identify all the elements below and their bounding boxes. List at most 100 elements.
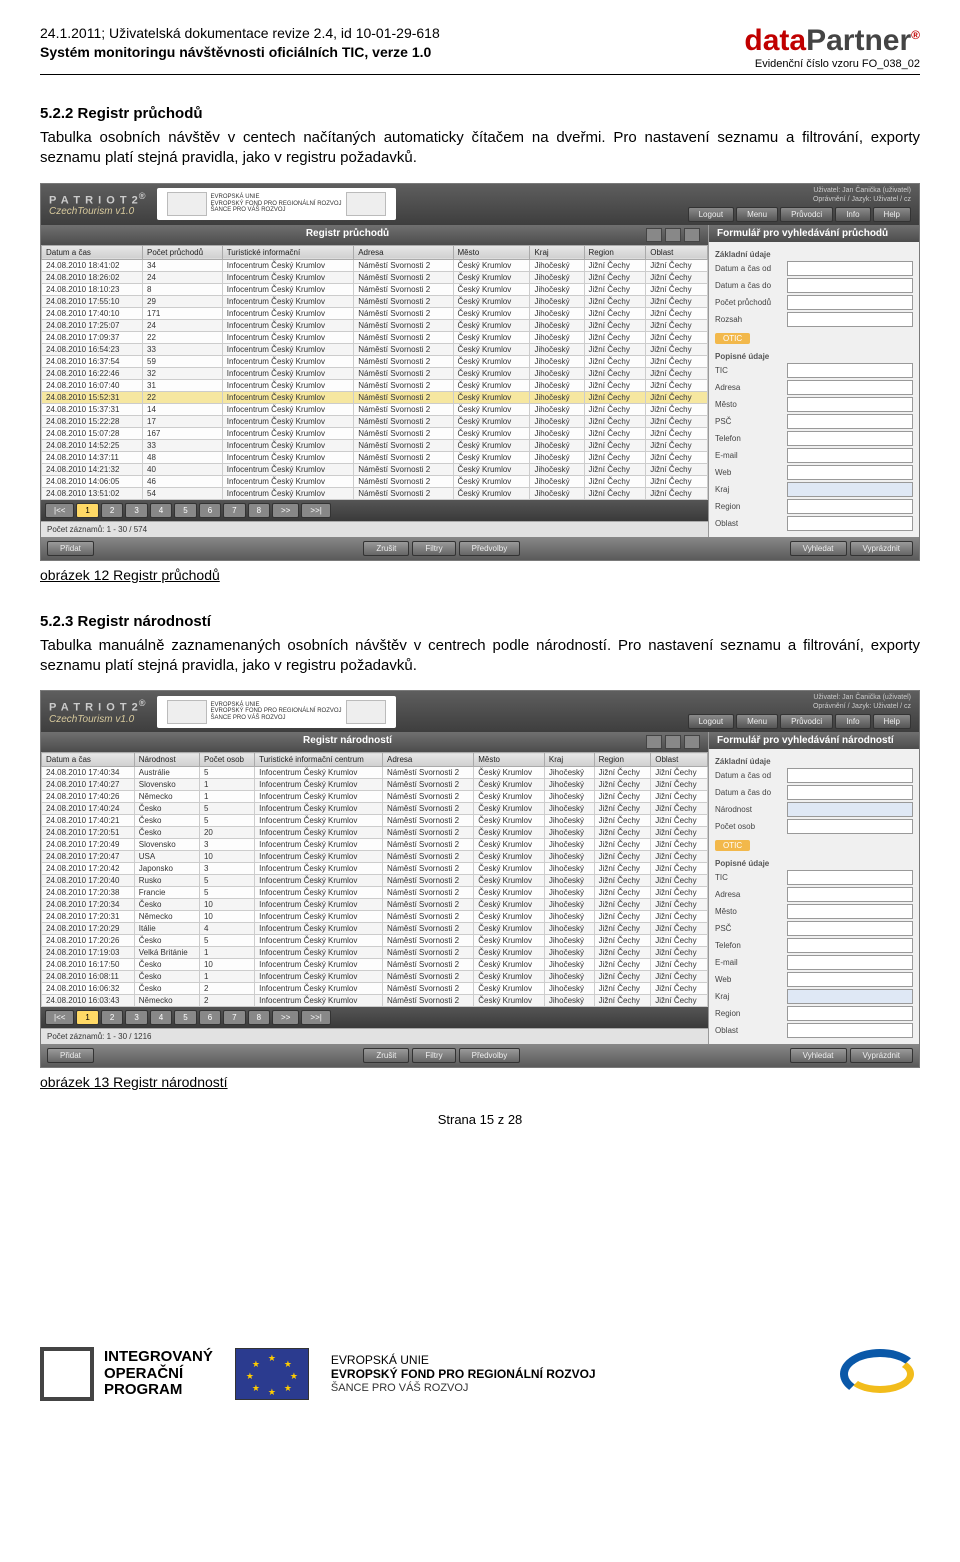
btn-add[interactable]: Přidat <box>47 1048 94 1063</box>
btn-filtry[interactable]: Filtry <box>412 541 455 556</box>
table-row[interactable]: 24.08.2010 14:37:1148Infocentrum Český K… <box>42 451 708 463</box>
btn-vyprázdnit[interactable]: Vyprázdnit <box>850 541 914 556</box>
table-row[interactable]: 24.08.2010 17:09:3722Infocentrum Český K… <box>42 331 708 343</box>
pager-btn[interactable]: >>| <box>301 1010 330 1025</box>
col-header[interactable]: Datum a čas <box>42 753 135 767</box>
col-header[interactable]: Počet osob <box>199 753 254 767</box>
grid-tools[interactable] <box>646 735 700 749</box>
table-row[interactable]: 24.08.2010 14:06:0546Infocentrum Český K… <box>42 475 708 487</box>
top-btn-průvodci[interactable]: Průvodci <box>780 714 833 729</box>
grid-tools[interactable] <box>646 228 700 242</box>
pager-btn[interactable]: 1 <box>76 1010 98 1025</box>
table-row[interactable]: 24.08.2010 17:19:03Velká Británie1Infoce… <box>42 947 708 959</box>
form-input[interactable] <box>787 1023 913 1038</box>
col-header[interactable]: Oblast <box>651 753 708 767</box>
top-btn-logout[interactable]: Logout <box>688 207 734 222</box>
top-btn-průvodci[interactable]: Průvodci <box>780 207 833 222</box>
col-header[interactable]: Národnost <box>134 753 199 767</box>
form-input[interactable] <box>787 989 913 1004</box>
col-header[interactable]: Datum a čas <box>42 245 143 259</box>
table-row[interactable]: 24.08.2010 13:51:0254Infocentrum Český K… <box>42 487 708 499</box>
table-row[interactable]: 24.08.2010 16:06:32Česko2Infocentrum Čes… <box>42 983 708 995</box>
table-row[interactable]: 24.08.2010 17:40:21Česko5Infocentrum Čes… <box>42 815 708 827</box>
col-header[interactable]: Region <box>594 753 651 767</box>
form-input[interactable] <box>787 414 913 429</box>
form-input[interactable] <box>787 431 913 446</box>
table-row[interactable]: 24.08.2010 16:07:4031Infocentrum Český K… <box>42 379 708 391</box>
form-input[interactable] <box>787 397 913 412</box>
table-row[interactable]: 24.08.2010 17:20:38Francie5Infocentrum Č… <box>42 887 708 899</box>
table-row[interactable]: 24.08.2010 17:20:42Japonsko3Infocentrum … <box>42 863 708 875</box>
table-row[interactable]: 24.08.2010 17:20:49Slovensko3Infocentrum… <box>42 839 708 851</box>
pager-btn[interactable]: 3 <box>125 503 147 518</box>
pager-btn[interactable]: 6 <box>199 503 221 518</box>
form-input[interactable] <box>787 278 913 293</box>
table-row[interactable]: 24.08.2010 17:40:24Česko5Infocentrum Čes… <box>42 803 708 815</box>
col-header[interactable]: Město <box>474 753 545 767</box>
pager-btn[interactable]: 8 <box>248 1010 270 1025</box>
col-header[interactable]: Oblast <box>646 245 708 259</box>
btn-zrušit[interactable]: Zrušit <box>363 1048 409 1063</box>
table-row[interactable]: 24.08.2010 17:40:27Slovensko1Infocentrum… <box>42 779 708 791</box>
table-row[interactable]: 24.08.2010 16:54:2333Infocentrum Český K… <box>42 343 708 355</box>
btn-vyprázdnit[interactable]: Vyprázdnit <box>850 1048 914 1063</box>
pager-btn[interactable]: |<< <box>45 503 74 518</box>
table-row[interactable]: 24.08.2010 18:26:0224Infocentrum Český K… <box>42 271 708 283</box>
pager-btn[interactable]: 4 <box>150 503 172 518</box>
btn-zrušit[interactable]: Zrušit <box>363 541 409 556</box>
form-input[interactable] <box>787 363 913 378</box>
top-btn-menu[interactable]: Menu <box>736 207 778 222</box>
table-row[interactable]: 24.08.2010 17:55:1029Infocentrum Český K… <box>42 295 708 307</box>
btn-filtry[interactable]: Filtry <box>412 1048 455 1063</box>
form-input[interactable] <box>787 802 913 817</box>
table-row[interactable]: 24.08.2010 16:17:50Česko10Infocentrum Če… <box>42 959 708 971</box>
top-btn-info[interactable]: Info <box>835 207 870 222</box>
table-row[interactable]: 24.08.2010 17:40:34Austrálie5Infocentrum… <box>42 767 708 779</box>
top-btn-menu[interactable]: Menu <box>736 714 778 729</box>
col-header[interactable]: Počet průchodů <box>143 245 223 259</box>
col-header[interactable]: Turistické informační centrum <box>255 753 383 767</box>
table-row[interactable]: 24.08.2010 16:37:5459Infocentrum Český K… <box>42 355 708 367</box>
form-input[interactable] <box>787 499 913 514</box>
btn-předvolby[interactable]: Předvolby <box>459 1048 521 1063</box>
col-header[interactable]: Kraj <box>530 245 584 259</box>
col-header[interactable]: Adresa <box>383 753 474 767</box>
table-row[interactable]: 24.08.2010 17:20:40Rusko5Infocentrum Čes… <box>42 875 708 887</box>
form-input[interactable] <box>787 955 913 970</box>
form-input[interactable] <box>787 768 913 783</box>
pager-btn[interactable]: 6 <box>199 1010 221 1025</box>
btn-vyhledat[interactable]: Vyhledat <box>790 1048 847 1063</box>
pager-btn[interactable]: 2 <box>101 503 123 518</box>
btn-vyhledat[interactable]: Vyhledat <box>790 541 847 556</box>
pager-btn[interactable]: 2 <box>101 1010 123 1025</box>
table-row[interactable]: 24.08.2010 17:40:10171Infocentrum Český … <box>42 307 708 319</box>
form-input[interactable] <box>787 904 913 919</box>
form-input[interactable] <box>787 972 913 987</box>
form-tab[interactable]: OTIC <box>715 840 750 851</box>
col-header[interactable]: Turistické informační <box>222 245 353 259</box>
form-input[interactable] <box>787 465 913 480</box>
pager-btn[interactable]: 8 <box>248 503 270 518</box>
table-row[interactable]: 24.08.2010 14:52:2533Infocentrum Český K… <box>42 439 708 451</box>
top-btn-help[interactable]: Help <box>873 714 911 729</box>
table-row[interactable]: 24.08.2010 15:37:3114Infocentrum Český K… <box>42 403 708 415</box>
col-header[interactable]: Region <box>584 245 646 259</box>
col-header[interactable]: Adresa <box>354 245 453 259</box>
form-input[interactable] <box>787 938 913 953</box>
pager-btn[interactable]: |<< <box>45 1010 74 1025</box>
form-input[interactable] <box>787 312 913 327</box>
form-input[interactable] <box>787 921 913 936</box>
table-row[interactable]: 24.08.2010 15:07:28167Infocentrum Český … <box>42 427 708 439</box>
pager-btn[interactable]: >> <box>272 1010 299 1025</box>
table-row[interactable]: 24.08.2010 14:21:3240Infocentrum Český K… <box>42 463 708 475</box>
table-row[interactable]: 24.08.2010 17:40:26Německo1Infocentrum Č… <box>42 791 708 803</box>
form-input[interactable] <box>787 785 913 800</box>
form-input[interactable] <box>787 870 913 885</box>
table-row[interactable]: 24.08.2010 16:08:11Česko1Infocentrum Čes… <box>42 971 708 983</box>
table-row[interactable]: 24.08.2010 17:20:51Česko20Infocentrum Če… <box>42 827 708 839</box>
pager-btn[interactable]: 7 <box>223 1010 245 1025</box>
table-row[interactable]: 24.08.2010 16:03:43Německo2Infocentrum Č… <box>42 995 708 1007</box>
pager-btn[interactable]: 5 <box>174 1010 196 1025</box>
form-input[interactable] <box>787 448 913 463</box>
top-btn-logout[interactable]: Logout <box>688 714 734 729</box>
